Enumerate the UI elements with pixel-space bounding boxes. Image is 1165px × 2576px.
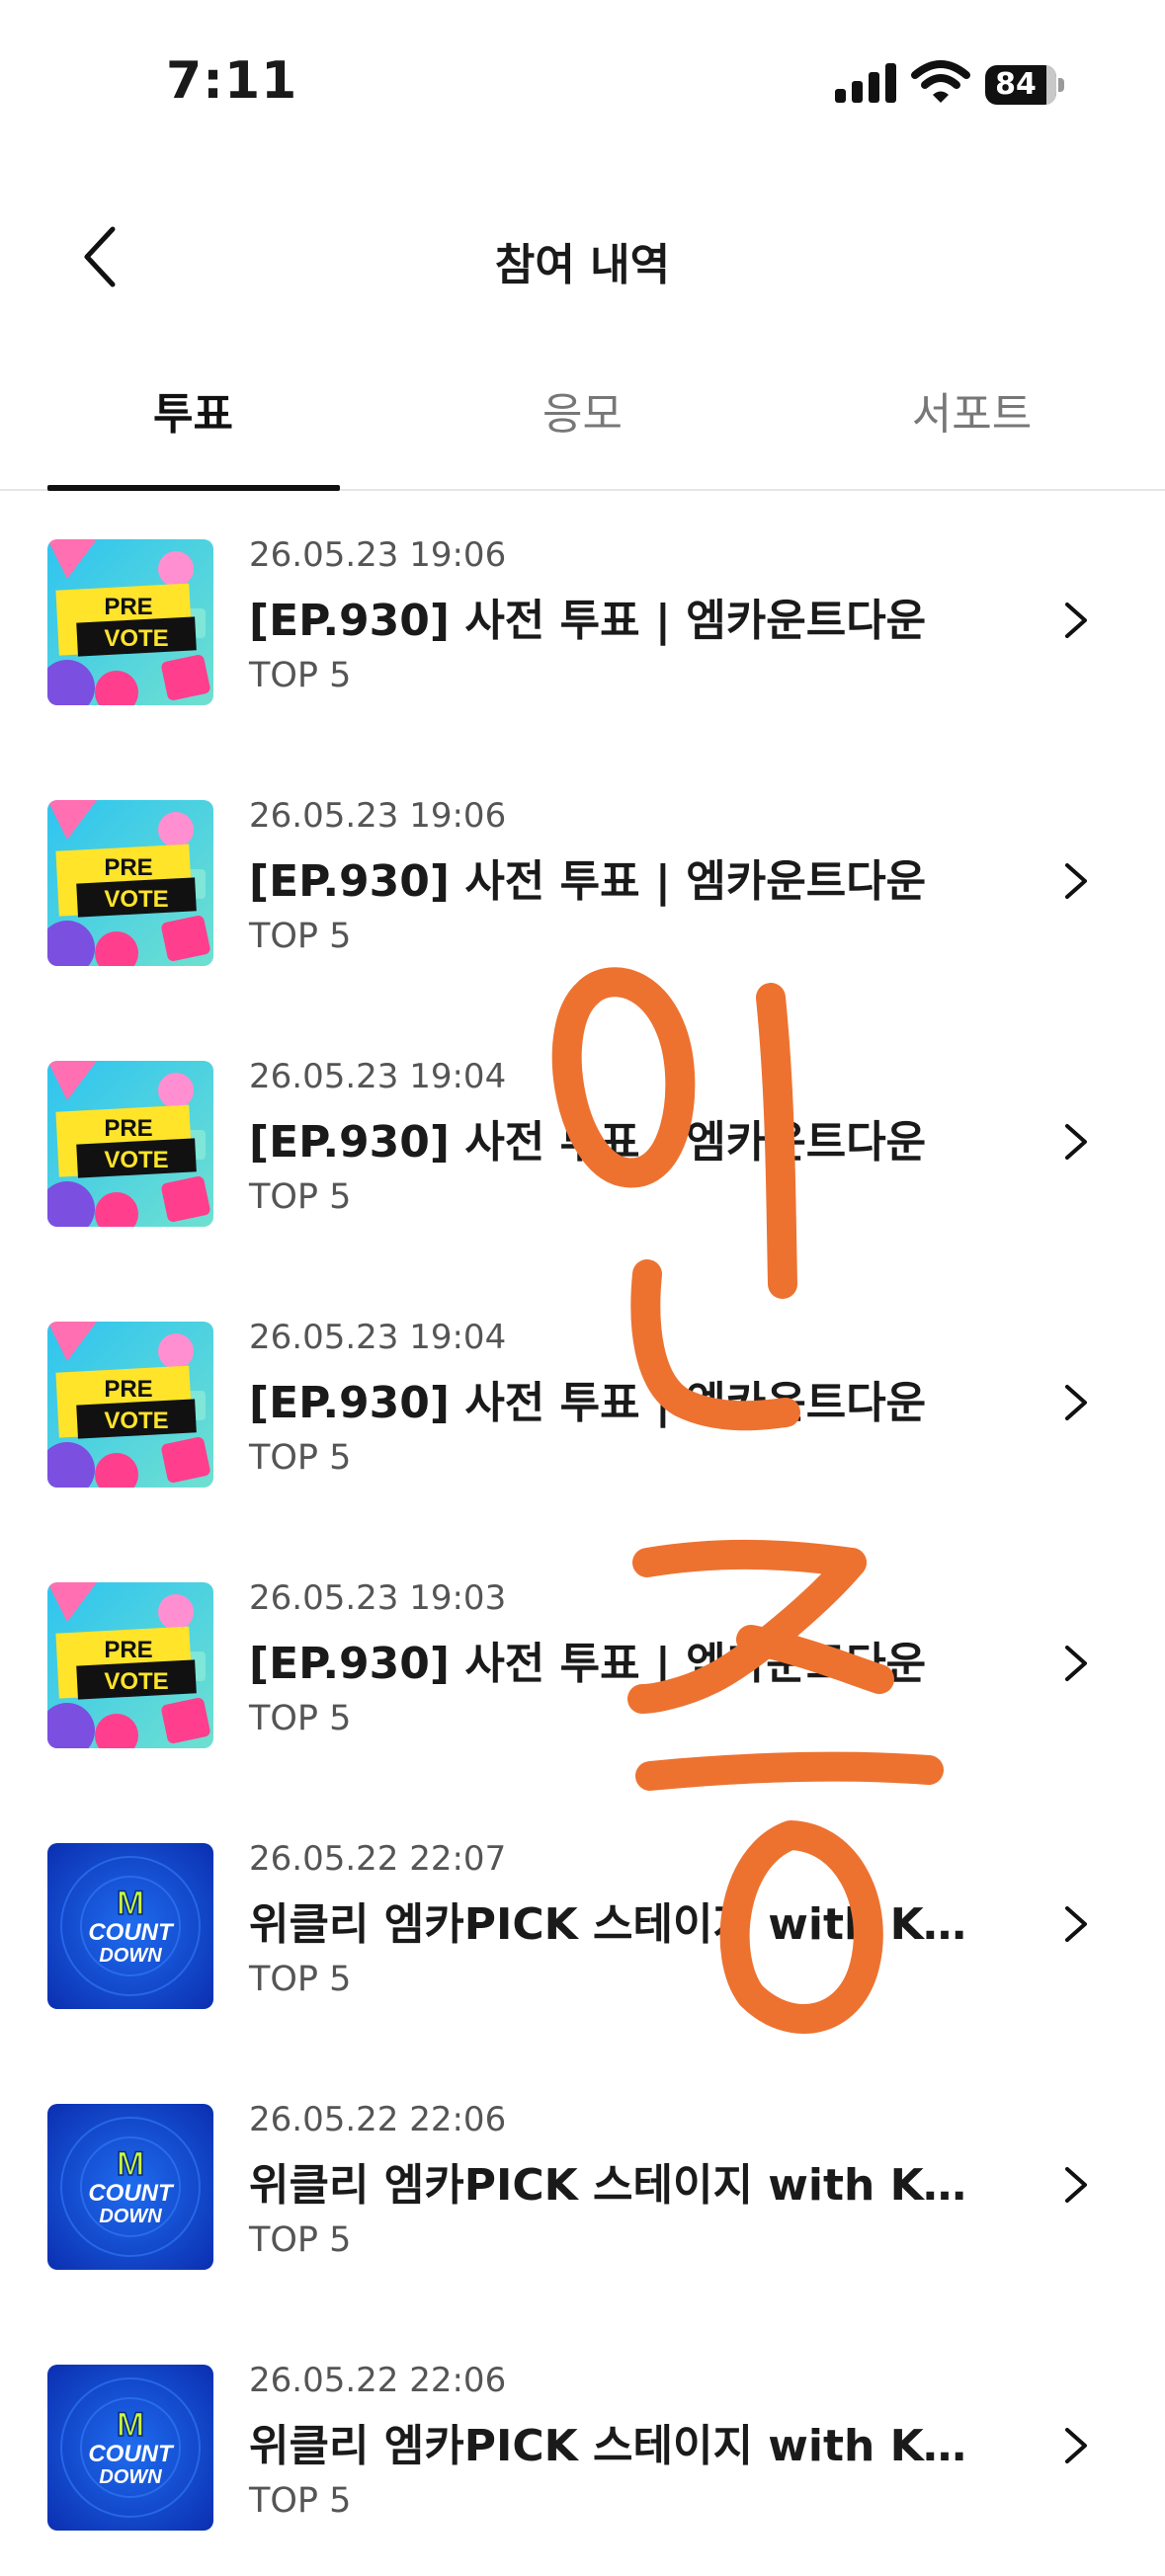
svg-text:PRE: PRE [104,854,152,881]
item-date: 26.05.23 19:06 [249,796,507,836]
tab-entry[interactable]: 응모 [437,375,728,489]
svg-text:DOWN: DOWN [99,2466,162,2488]
list-item[interactable]: PRE VOTE 26.05.23 19:04 [EP.930] 사전 투표 |… [0,1011,1165,1272]
cellular-signal-icon [835,63,896,103]
chevron-right-icon[interactable] [1059,1640,1093,1687]
event-thumbnail: PRE VOTE [47,539,213,705]
pre-vote-thumbnail-art: PRE VOTE [47,1322,213,1488]
chevron-right-icon[interactable] [1059,857,1093,905]
item-date: 26.05.23 19:04 [249,1318,507,1357]
pre-vote-thumbnail-art: PRE VOTE [47,1582,213,1748]
list-item[interactable]: M COUNT DOWN 26.05.22 22:06 위클리 엠카PICK 스… [0,2315,1165,2576]
svg-text:VOTE: VOTE [104,886,168,913]
tab-vote[interactable]: 투표 [47,375,339,489]
svg-text:VOTE: VOTE [104,625,168,652]
m-countdown-thumbnail-art: M COUNT DOWN [47,2104,213,2270]
list-item[interactable]: M COUNT DOWN 26.05.22 22:06 위클리 엠카PICK 스… [0,2054,1165,2315]
pre-vote-thumbnail-art: PRE VOTE [47,800,213,966]
item-rank: TOP 5 [249,2481,352,2521]
item-rank: TOP 5 [249,1438,352,1478]
svg-text:DOWN: DOWN [99,1945,162,1967]
pre-vote-thumbnail-art: PRE VOTE [47,539,213,705]
item-title: [EP.930] 사전 투표 | 엠카운트다운 [249,856,927,907]
svg-text:COUNT: COUNT [88,2180,175,2207]
pre-vote-thumbnail-art: PRE VOTE [47,1061,213,1227]
item-rank: TOP 5 [249,656,352,695]
tab-bar: 투표 응모 서포트 [0,375,1165,491]
chevron-right-icon[interactable] [1059,2161,1093,2209]
event-thumbnail: PRE VOTE [47,1061,213,1227]
chevron-right-icon[interactable] [1059,597,1093,644]
page-title: 참여 내역 [494,240,671,290]
event-thumbnail: PRE VOTE [47,1582,213,1748]
tab-support[interactable]: 서포트 [826,375,1118,489]
item-title: [EP.930] 사전 투표 | 엠카운트다운 [249,1639,927,1689]
item-title: 위클리 엠카PICK 스테이지 with KUR... [249,2421,1000,2471]
event-thumbnail: M COUNT DOWN [47,1843,213,2009]
item-title: [EP.930] 사전 투표 | 엠카운트다운 [249,1117,927,1167]
list-item[interactable]: PRE VOTE 26.05.23 19:04 [EP.930] 사전 투표 |… [0,1272,1165,1533]
svg-text:PRE: PRE [104,1115,152,1142]
m-countdown-thumbnail-art: M COUNT DOWN [47,1843,213,2009]
list-item[interactable]: PRE VOTE 26.05.23 19:06 [EP.930] 사전 투표 |… [0,751,1165,1011]
svg-text:COUNT: COUNT [88,2441,175,2467]
svg-text:PRE: PRE [104,1637,152,1663]
event-thumbnail: M COUNT DOWN [47,2104,213,2270]
svg-text:VOTE: VOTE [104,1408,168,1434]
item-date: 26.05.23 19:06 [249,535,507,575]
svg-text:VOTE: VOTE [104,1668,168,1695]
event-thumbnail: M COUNT DOWN [47,2365,213,2531]
svg-text:PRE: PRE [104,1376,152,1403]
chevron-right-icon[interactable] [1059,1900,1093,1948]
status-time: 7:11 [166,51,298,111]
list-item[interactable]: M COUNT DOWN 26.05.22 22:07 위클리 엠카PICK 스… [0,1794,1165,2054]
svg-text:DOWN: DOWN [99,2206,162,2227]
item-rank: TOP 5 [249,1960,352,1999]
svg-text:PRE: PRE [104,594,152,620]
chevron-right-icon[interactable] [1059,1379,1093,1426]
item-date: 26.05.22 22:06 [249,2100,507,2139]
item-date: 26.05.23 19:04 [249,1057,507,1096]
item-title: 위클리 엠카PICK 스테이지 with KUR... [249,1899,1000,1950]
chevron-right-icon[interactable] [1059,2422,1093,2469]
wifi-icon [911,60,970,103]
item-date: 26.05.23 19:03 [249,1578,507,1618]
item-rank: TOP 5 [249,1177,352,1217]
list-item[interactable]: PRE VOTE 26.05.23 19:03 [EP.930] 사전 투표 |… [0,1533,1165,1794]
battery-percent: 84 [995,67,1037,102]
item-title: [EP.930] 사전 투표 | 엠카운트다운 [249,1378,927,1428]
m-countdown-thumbnail-art: M COUNT DOWN [47,2365,213,2531]
status-bar: 7:11 84 [0,0,1165,138]
event-thumbnail: PRE VOTE [47,1322,213,1488]
event-thumbnail: PRE VOTE [47,800,213,966]
list-item[interactable]: PRE VOTE 26.05.23 19:06 [EP.930] 사전 투표 |… [0,490,1165,751]
item-title: [EP.930] 사전 투표 | 엠카운트다운 [249,596,927,646]
item-rank: TOP 5 [249,917,352,956]
svg-text:COUNT: COUNT [88,1919,175,1946]
battery-icon: 84 [985,65,1064,105]
svg-text:M: M [117,2406,144,2444]
item-date: 26.05.22 22:07 [249,1839,507,1879]
svg-text:VOTE: VOTE [104,1147,168,1173]
item-title: 위클리 엠카PICK 스테이지 with KUR... [249,2160,1000,2211]
chevron-right-icon[interactable] [1059,1118,1093,1166]
item-date: 26.05.22 22:06 [249,2361,507,2400]
svg-text:M: M [117,2145,144,2183]
item-rank: TOP 5 [249,1699,352,1738]
item-rank: TOP 5 [249,2220,352,2260]
svg-text:M: M [117,1885,144,1922]
